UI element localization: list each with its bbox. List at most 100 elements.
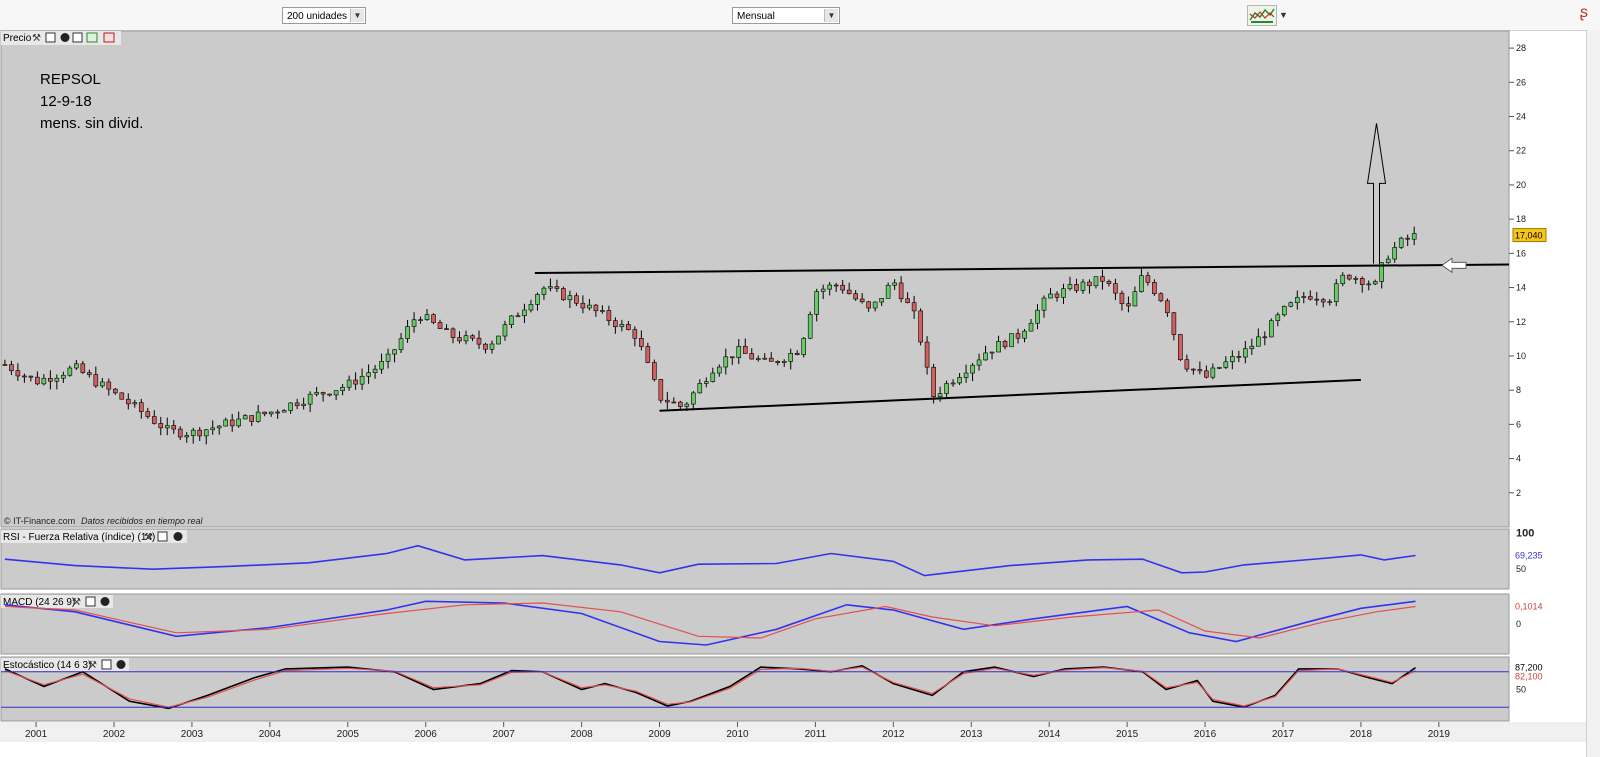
rsi-pane (0, 528, 1510, 590)
candle-body (749, 353, 755, 360)
candle-body (872, 301, 878, 309)
candle-body (9, 364, 14, 372)
candle-body (1294, 297, 1300, 304)
candle-body (541, 287, 547, 295)
candle-body (1087, 281, 1092, 287)
candle-body (970, 364, 975, 374)
remove-icon[interactable] (103, 32, 115, 43)
y-tick-label: 10 (1516, 351, 1526, 361)
move-icon[interactable] (72, 32, 83, 43)
close-icon[interactable] (60, 33, 70, 42)
x-tick-label: 2019 (1428, 729, 1451, 740)
export-icon[interactable] (86, 32, 98, 43)
last-rsi-label: 69,235 (1515, 551, 1543, 561)
candle-body (340, 386, 345, 391)
candle-body (1204, 370, 1209, 378)
candle-body (885, 284, 891, 299)
y-tick-label: 26 (1516, 77, 1526, 87)
candle-body (164, 425, 170, 429)
candle-body (106, 381, 112, 390)
candle-body (1002, 340, 1008, 348)
chevron-down-icon[interactable]: ▼ (1279, 10, 1288, 20)
candle-body (905, 298, 910, 303)
candle-body (1210, 367, 1216, 378)
candle-body (548, 286, 553, 289)
candle-body (963, 372, 969, 378)
stochastic-pane-title: Estocástico (14 6 3) (3, 660, 91, 671)
x-tick-label: 2010 (726, 729, 749, 740)
x-tick-label: 2014 (1038, 729, 1061, 740)
candle-body (177, 428, 183, 438)
candle-body (1320, 299, 1326, 303)
candle-body (924, 341, 930, 368)
candle-body (333, 390, 339, 396)
candle-body (35, 376, 40, 385)
candle-body (288, 402, 293, 411)
y-tick-label: 2 (1516, 488, 1521, 498)
candle-body (1197, 369, 1203, 372)
candle-body (1243, 348, 1248, 358)
close-icon[interactable] (116, 660, 126, 669)
candle-body (1366, 283, 1372, 286)
candle-body (1100, 276, 1105, 282)
candle-body (645, 346, 651, 363)
candle-body (151, 416, 157, 424)
candle-body (1132, 291, 1138, 307)
candle-body (1061, 288, 1066, 298)
x-tick-label: 2016 (1194, 729, 1217, 740)
close-icon[interactable] (173, 532, 183, 541)
x-axis: 2001 2002 2003 2004 2005 2006 2007 2008 2009 2010… (0, 722, 1586, 742)
wrench-icon[interactable]: ⚒ (72, 597, 81, 608)
maximize-icon[interactable] (101, 659, 112, 670)
candle-body (125, 398, 131, 405)
chevron-down-icon[interactable]: ▼ (350, 9, 364, 22)
y-tick-label: 50 (1516, 564, 1526, 574)
candle-body (229, 419, 235, 427)
candle-body (807, 314, 813, 339)
candle-body (1398, 237, 1404, 248)
wrench-icon[interactable]: ⚒ (144, 532, 153, 543)
candle-body (22, 375, 27, 378)
candle-body (580, 302, 586, 309)
wrench-icon[interactable]: ⚒ (32, 33, 41, 44)
candle-body (820, 288, 826, 292)
last-price-label: 17,040 (1515, 231, 1543, 241)
candle-body (1015, 333, 1021, 339)
candle-body (216, 425, 222, 429)
wrench-icon[interactable]: ⚒ (88, 660, 97, 671)
chart-area: Precio ⚒ RSI - Fuerza Relativa (índice) … (0, 30, 1586, 742)
maximize-icon[interactable] (45, 32, 56, 43)
candle-body (483, 343, 488, 350)
candle-body (1093, 276, 1099, 287)
candle-body (626, 324, 631, 330)
candle-body (691, 392, 696, 405)
period-select[interactable]: Mensual ▼ (732, 7, 840, 24)
candle-body (281, 410, 287, 413)
candle-body (613, 320, 618, 328)
candle-body (983, 352, 988, 361)
candle-body (197, 429, 203, 437)
candle-body (444, 328, 449, 330)
candle-body (859, 298, 865, 303)
close-icon[interactable] (100, 597, 110, 606)
candle-body (457, 337, 462, 342)
candle-body (976, 359, 982, 366)
maximize-icon[interactable] (85, 596, 96, 607)
candle-body (113, 388, 118, 394)
units-select[interactable]: 200 unidades ▼ (282, 7, 366, 24)
candle-body (249, 415, 254, 422)
y-tick-label: 8 (1516, 385, 1521, 395)
candle-body (307, 393, 313, 405)
candle-body (385, 353, 391, 362)
maximize-icon[interactable] (157, 531, 168, 542)
candle-body (1275, 314, 1281, 321)
scrollbar[interactable] (1586, 30, 1600, 757)
candle-body (54, 377, 60, 382)
chevron-down-icon[interactable]: ▼ (824, 9, 838, 22)
candle-body (1269, 320, 1274, 338)
candle-body (606, 310, 612, 321)
candle-body (470, 335, 475, 339)
candlestick-chart-icon[interactable] (1247, 5, 1277, 26)
candle-body (515, 315, 521, 318)
candle-body (405, 326, 410, 339)
